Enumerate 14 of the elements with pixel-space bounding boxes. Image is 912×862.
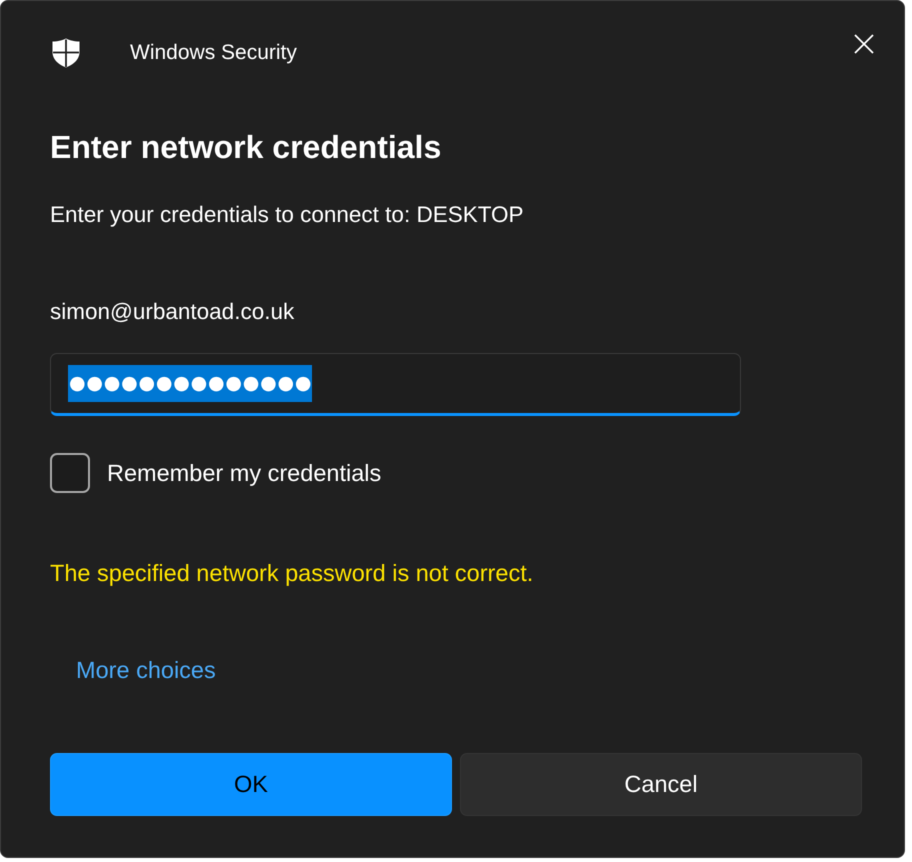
username-text: simon@urbantoad.co.uk xyxy=(50,298,296,326)
remember-label[interactable]: Remember my credentials xyxy=(107,460,382,486)
cancel-button[interactable]: Cancel xyxy=(460,753,862,816)
ok-button[interactable]: OK xyxy=(50,753,452,816)
error-message: The specified network password is not correct. xyxy=(50,559,534,588)
window-title: Windows Security xyxy=(130,41,297,65)
dialog-heading: Enter network credentials xyxy=(50,128,442,167)
password-dots: ●●●●●●●●●●●●●● xyxy=(68,365,312,402)
remember-checkbox[interactable] xyxy=(50,453,90,493)
close-icon xyxy=(854,34,874,54)
password-field[interactable]: ●●●●●●●●●●●●●● xyxy=(50,353,741,416)
prompt-text: Enter your credentials to connect to: DESKTOP xyxy=(50,201,525,229)
shield-icon xyxy=(52,38,80,68)
more-choices-link[interactable]: More choices xyxy=(76,657,216,683)
